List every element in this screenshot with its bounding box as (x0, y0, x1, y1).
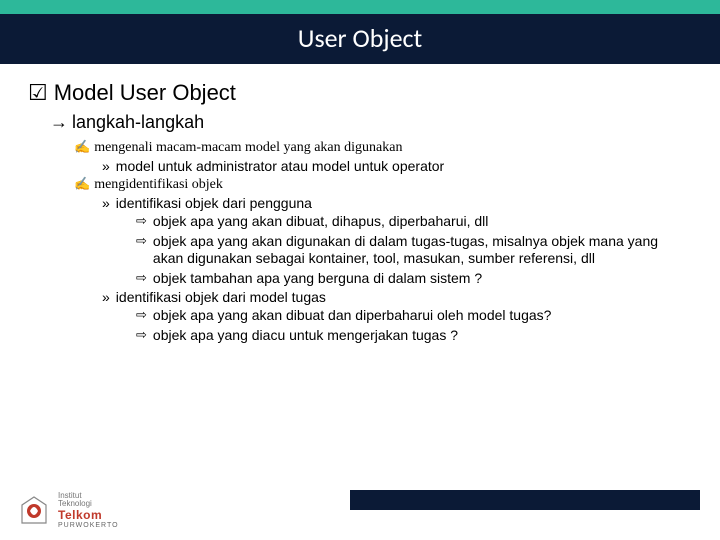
hand-write-icon: ✍ (74, 176, 90, 191)
hand-write-icon: ✍ (74, 139, 90, 154)
arrow-right-icon: → (50, 112, 68, 132)
l5-text: objek apa yang akan dibuat dan diperbaha… (153, 307, 552, 325)
l4-text: identifikasi objek dari pengguna (116, 195, 312, 211)
bullet-level-3: ✍ mengidentifikasi objek (74, 176, 692, 193)
l4-text: model untuk administrator atau model unt… (116, 158, 444, 174)
arrow-outline-icon: ⇨ (136, 307, 147, 325)
bullet-level-4: » model untuk administrator atau model un… (102, 158, 692, 174)
logo-text: Institut Teknologi Telkom PURWOKERTO (58, 492, 119, 530)
l5-text: objek apa yang akan dibuat, dihapus, dip… (153, 213, 488, 231)
bullet-level-5: ⇨ objek apa yang akan dibuat dan diperbah… (136, 307, 692, 325)
slide: User Object ☑Model User Object →langkah-… (0, 0, 720, 540)
l4-text: identifikasi objek dari model tugas (116, 289, 326, 305)
bullet-level-3: ✍ mengenali macam-macam model yang akan d… (74, 139, 692, 156)
bullet-level-4: » identifikasi objek dari pengguna (102, 195, 692, 211)
l5-text: objek tambahan apa yang berguna di dalam… (153, 270, 482, 288)
logo-city: PURWOKERTO (58, 522, 119, 530)
content-body: ☑Model User Object →langkah-langkah ✍ men… (0, 64, 720, 344)
l1-text: Model User Object (54, 80, 236, 105)
bullet-level-4: » identifikasi objek dari model tugas (102, 289, 692, 305)
logo-name: Telkom (58, 509, 119, 522)
guillemet-icon: » (102, 195, 110, 211)
arrow-outline-icon: ⇨ (136, 327, 147, 345)
accent-bar (0, 0, 720, 14)
bullet-level-5: ⇨ objek apa yang akan dibuat, dihapus, di… (136, 213, 692, 231)
bullet-level-2: →langkah-langkah (50, 112, 692, 133)
l3-text: mengenali macam-macam model yang akan di… (94, 140, 402, 155)
arrow-outline-icon: ⇨ (136, 270, 147, 288)
bullet-level-1: ☑Model User Object (28, 80, 692, 106)
l5-text: objek apa yang diacu untuk mengerjakan t… (153, 327, 458, 345)
institution-logo: Institut Teknologi Telkom PURWOKERTO (16, 492, 119, 530)
arrow-outline-icon: ⇨ (136, 233, 147, 268)
footer-accent-bar (350, 490, 700, 510)
slide-title: User Object (0, 14, 720, 64)
checkbox-icon: ☑ (28, 80, 48, 105)
bullet-level-5: ⇨objek apa yang akan digunakan di dalam … (136, 233, 692, 268)
arrow-outline-icon: ⇨ (136, 213, 147, 231)
l5-text: objek apa yang akan digunakan di dalam t… (153, 233, 692, 268)
logo-mark-icon (16, 493, 52, 529)
bullet-level-5: ⇨ objek tambahan apa yang berguna di dala… (136, 270, 692, 288)
guillemet-icon: » (102, 158, 110, 174)
guillemet-icon: » (102, 289, 110, 305)
bullet-level-5: ⇨ objek apa yang diacu untuk mengerjakan … (136, 327, 692, 345)
l2-text: langkah-langkah (72, 112, 204, 132)
l3-text: mengidentifikasi objek (94, 177, 223, 192)
